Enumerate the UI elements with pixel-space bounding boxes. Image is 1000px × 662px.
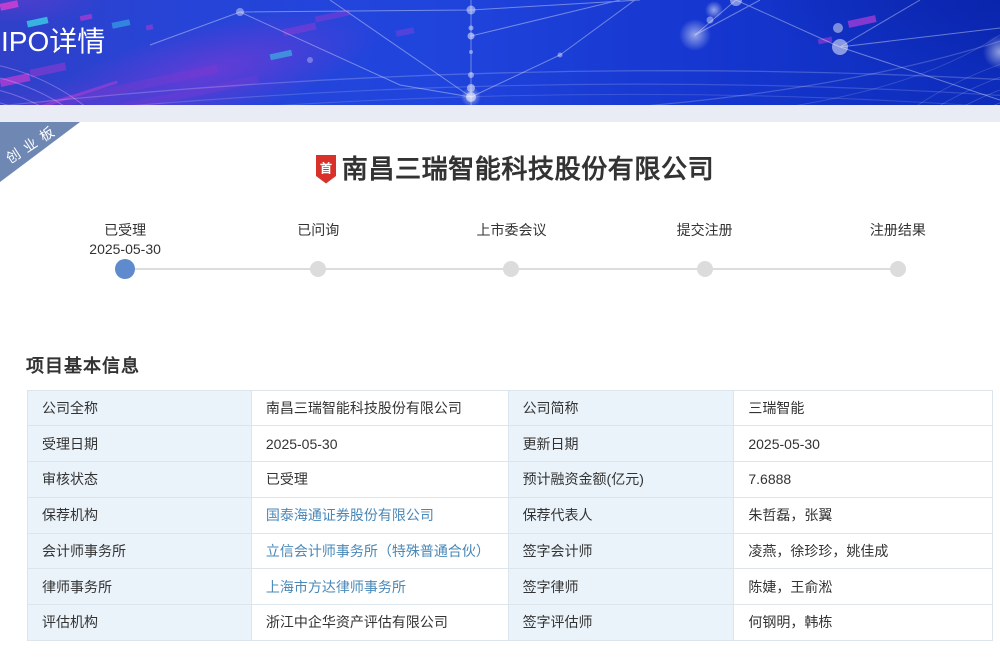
svg-text:首: 首	[320, 161, 332, 176]
